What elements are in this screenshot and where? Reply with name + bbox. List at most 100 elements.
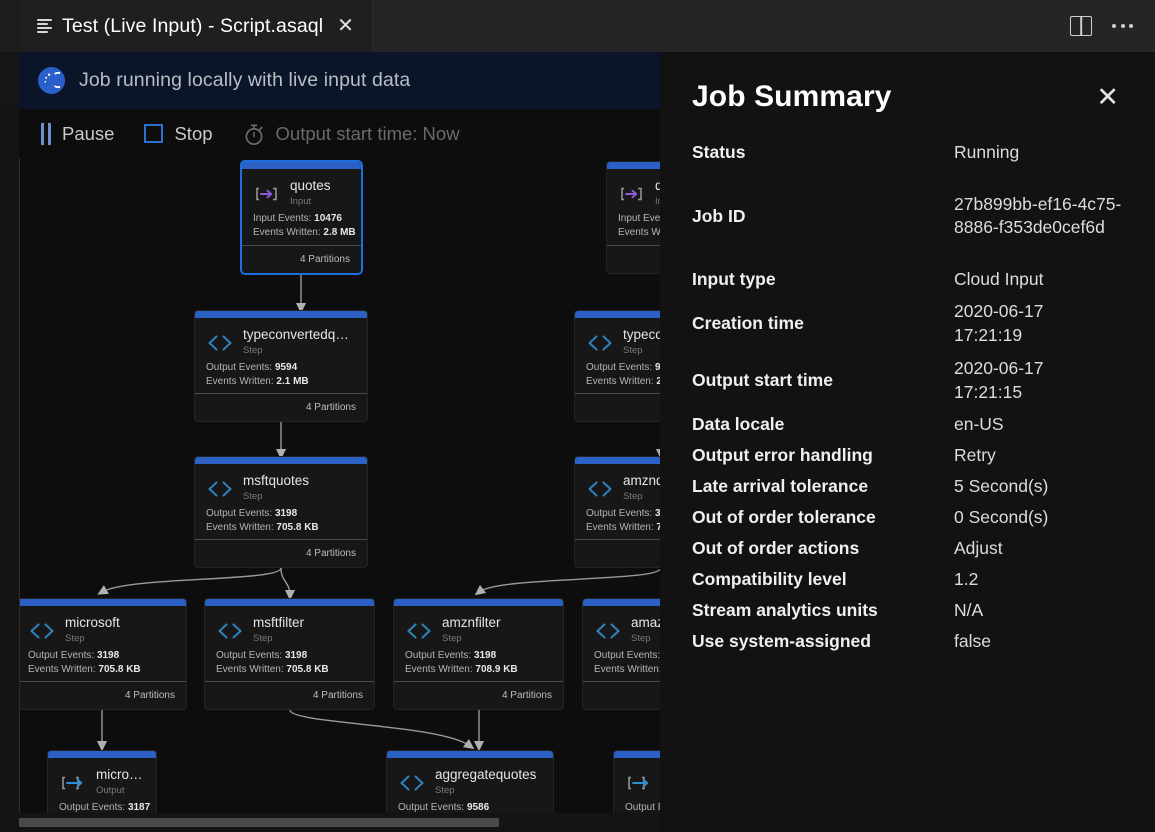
close-icon[interactable]: ✕ [1090,80,1125,115]
node-stat-label: Output Events: [216,650,283,662]
close-icon[interactable]: ✕ [333,14,358,38]
node-stat-label: Events Written: [586,522,654,534]
list-menu-icon [37,19,52,33]
split-editor-icon[interactable] [1070,16,1092,36]
job-summary-value: Running [954,141,1020,162]
diagram-node[interactable]: msftfilter Step Output Events: 3198 Events … [205,599,374,709]
job-summary-label: Creation time [692,313,804,333]
diagram-node[interactable]: msftquotes Step Output Events: 3198 Events … [195,457,367,567]
node-titles: aggregatequotes Step [435,767,536,797]
node-stats: Output Events: 9594Events Written: 2.1 M… [206,361,356,389]
job-summary-label: Use system-assigned [692,631,871,651]
node-titles: msftfilter Step [253,615,304,645]
node-stat-row: Output Events: 3198 [28,649,175,663]
node-stat-value: 3198 [284,650,308,662]
node-accent-bar [20,599,186,606]
node-stat-value: 3198 [96,650,120,662]
job-summary-value: Adjust [954,537,1003,558]
node-stat-row: Events Written: 708.9 KB [405,663,552,677]
job-summary-row: Data locale en-US [692,409,1125,440]
node-footer: 4 Partitions [195,539,367,567]
input-arrow-icon [618,182,646,206]
scrollbar-thumb[interactable] [19,818,499,827]
diagram-node[interactable]: microsoft Step Output Events: 3198 Events W… [20,599,186,709]
job-summary-row: Stream analytics units N/A [692,595,1125,626]
node-stats: Output Events: 3198 Events Written: 705.8… [28,649,175,677]
stop-button[interactable]: Stop [144,123,213,145]
node-body: microsoft Step Output Events: 3198 Events W… [20,606,186,678]
node-titles: microsoft Step [65,615,120,645]
output-arrow-icon [59,771,87,795]
node-stat-value: 9586 [466,802,490,813]
job-summary-value: Retry [954,444,996,465]
node-stat-label: Output Events: [405,650,472,662]
node-name: aggregatequotes [435,767,537,782]
diagram-node[interactable]: typeconvertedquot... Step Output Events: 9… [195,311,367,421]
node-stat-value: 3187 [127,802,151,813]
node-stat-label: Output Events: [398,802,465,813]
job-summary-label: Status [692,142,746,162]
node-stat-label: Events Written: [206,522,274,534]
node-header: microsoft Step [28,615,175,645]
job-summary-label: Output start time [692,370,833,390]
diagram-node[interactable]: amznfilter Step Output Events: 3198 Events … [394,599,563,709]
job-summary-row: Job ID 27b899bb-ef16-4c75-8886-f353de0cef… [692,168,1125,264]
node-stat-value: 9594 [274,362,298,374]
node-stat-label: Output Events: [586,508,653,520]
node-type: Step [435,784,455,796]
job-summary-row: Output start time 2020-06-17 17:21:15 [692,352,1125,409]
node-stat-value: 2.8 MB [323,227,356,239]
more-actions-icon[interactable] [1112,24,1133,28]
job-summary-row: Use system-assigned false [692,626,1125,657]
node-body: typeconvertedquot... Step Output Events: 9… [195,318,367,390]
node-stat-row: Output Events: 9586 [398,801,542,813]
tab-script-asaql[interactable]: Test (Live Input) - Script.asaql ✕ [19,0,373,52]
job-summary-label: Job ID [692,205,746,226]
node-header: typeconvertedquot... Step [206,327,356,357]
job-summary-value: 5 Second(s) [954,475,1049,496]
diagram-node[interactable]: aggregatequotes Step Output Events: 9586Ev… [387,751,553,813]
node-stat-row: Output Events: 9594 [206,361,356,375]
node-type: Step [243,344,263,356]
node-type: Step [243,490,263,502]
node-footer: 4 Partitions [195,393,367,421]
code-brackets-icon [216,619,244,643]
node-name: quotes [290,178,331,193]
job-summary-label: Out of order actions [692,538,860,558]
job-summary-row: Creation time 2020-06-17 17:21:19 [692,295,1125,352]
node-stats: Output Events: 3198 Events Written: 705.8… [206,507,356,535]
diagram-node[interactable]: quotesInputInput Events: 10476Events Wri… [242,162,361,273]
job-summary-rows: Status Running Job ID 27b899bb-ef16-4c75-88… [692,137,1125,657]
node-accent-bar [205,599,374,606]
node-stat-row: Events Written: 2.8 MB [253,226,356,240]
pause-button-label: Pause [62,122,115,144]
node-stat-row: Output Events: 3198 [216,649,363,663]
node-stat-value: 705.8 KB [286,664,329,676]
node-type: Output [96,784,125,796]
node-titles: amznfilter Step [442,615,501,645]
node-partitions: 4 Partitions [299,254,350,265]
node-stat-label: Events Written: [28,664,96,676]
job-summary-value: 0 Second(s) [954,506,1049,527]
node-accent-bar [387,751,553,758]
node-partitions: 4 Partitions [305,548,356,559]
activity-strip-segment-top [0,0,19,52]
node-accent-bar [48,751,156,758]
job-summary-label: Output error handling [692,445,873,465]
output-start-time-button[interactable]: Output start time: Now [243,122,460,146]
output-start-time-label: Output start time: Now [275,122,460,144]
node-stat-row: Output Events: 3187 [59,801,150,813]
job-summary-label: Data locale [692,414,785,434]
diagram-node[interactable]: microsoft Output Output Events: 3187 [48,751,156,813]
node-stat-value: 3198 [473,650,497,662]
node-titles: typeconvertedquot... Step [243,327,356,357]
page-title: Job Summary [692,80,892,113]
activity-bar-strip [0,0,19,832]
node-body: aggregatequotes Step Output Events: 9586Ev… [387,758,553,813]
node-header: msftfilter Step [216,615,363,645]
node-body: msftquotes Step Output Events: 3198 Events … [195,464,367,536]
job-summary-value: 1.2 [954,568,979,589]
pause-button[interactable]: Pause [41,122,115,145]
job-summary-row: Compatibility level 1.2 [692,564,1125,595]
node-titles: msftquotes Step [243,473,309,503]
